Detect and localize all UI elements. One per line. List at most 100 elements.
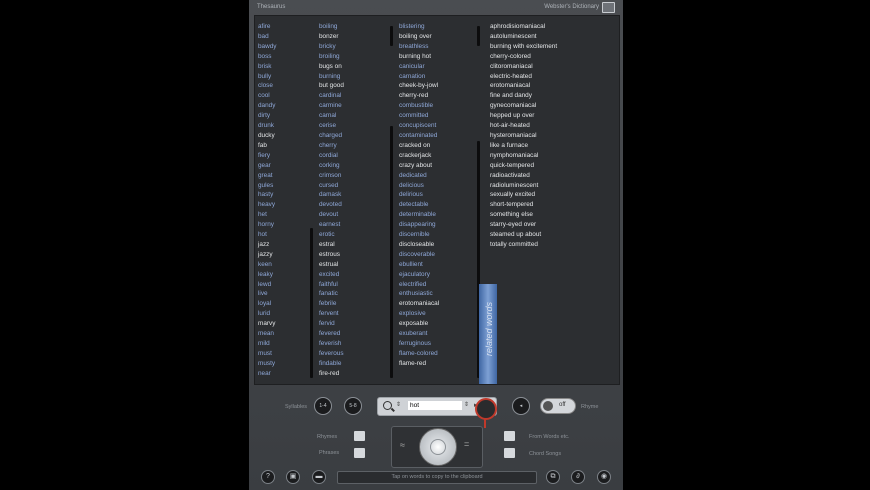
word-item[interactable]: discloseable <box>399 240 489 250</box>
word-item[interactable]: totally committed <box>490 240 615 250</box>
word-item[interactable]: burning <box>319 72 387 82</box>
word-item[interactable]: dedicated <box>399 171 489 181</box>
word-item[interactable]: cheek-by-jowl <box>399 81 489 91</box>
word-item[interactable]: near <box>258 369 314 379</box>
word-item[interactable]: fine and dandy <box>490 91 615 101</box>
word-item[interactable]: devoted <box>319 200 387 210</box>
word-item[interactable]: exposable <box>399 319 489 329</box>
word-item[interactable]: delirious <box>399 190 489 200</box>
word-item[interactable]: quick-tempered <box>490 161 615 171</box>
word-item[interactable]: burning hot <box>399 52 489 62</box>
word-item[interactable]: gules <box>258 181 314 191</box>
word-item[interactable]: excited <box>319 270 387 280</box>
word-item[interactable]: fevered <box>319 329 387 339</box>
copy-icon[interactable]: ⧉ <box>546 470 560 484</box>
word-item[interactable]: boiling over <box>399 32 489 42</box>
word-item[interactable]: radioluminescent <box>490 181 615 191</box>
word-item[interactable]: must <box>258 349 314 359</box>
word-item[interactable]: het <box>258 210 314 220</box>
word-item[interactable]: musty <box>258 359 314 369</box>
word-item[interactable]: something else <box>490 210 615 220</box>
word-item[interactable]: erotic <box>319 230 387 240</box>
music-icon[interactable] <box>504 448 515 458</box>
word-item[interactable]: hysteromaniacal <box>490 131 615 141</box>
record-button[interactable] <box>475 398 497 428</box>
word-item[interactable]: bawdy <box>258 42 314 52</box>
word-item[interactable]: marvy <box>258 319 314 329</box>
word-item[interactable]: cordial <box>319 151 387 161</box>
word-item[interactable]: sexually excited <box>490 190 615 200</box>
scrollbar-column-2-top[interactable] <box>390 26 393 46</box>
link-icon[interactable]: ∂ <box>571 470 585 484</box>
bars-icon[interactable] <box>354 431 365 441</box>
scrollbar-column-1[interactable] <box>310 228 313 378</box>
word-item[interactable]: short-tempered <box>490 200 615 210</box>
word-item[interactable]: cherry-red <box>399 91 489 101</box>
word-item[interactable]: fab <box>258 141 314 151</box>
word-item[interactable]: fervent <box>319 309 387 319</box>
word-item[interactable]: gear <box>258 161 314 171</box>
word-item[interactable]: dirty <box>258 111 314 121</box>
word-item[interactable]: steamed up about <box>490 230 615 240</box>
word-item[interactable]: erotomaniacal <box>399 299 489 309</box>
word-item[interactable]: hot-air-heated <box>490 121 615 131</box>
word-item[interactable]: contaminated <box>399 131 489 141</box>
book-icon[interactable] <box>602 2 615 13</box>
word-item[interactable]: febrile <box>319 299 387 309</box>
word-item[interactable]: cracked on <box>399 141 489 151</box>
word-item[interactable]: autoluminescent <box>490 32 615 42</box>
word-item[interactable]: erotomaniacal <box>490 81 615 91</box>
word-item[interactable]: like a furnace <box>490 141 615 151</box>
word-item[interactable]: jazzy <box>258 250 314 260</box>
word-item[interactable]: estrual <box>319 260 387 270</box>
word-item[interactable]: nymphomaniacal <box>490 151 615 161</box>
word-item[interactable]: clitoromaniacal <box>490 62 615 72</box>
word-item[interactable]: burning with excitement <box>490 42 615 52</box>
syllable-button-1[interactable]: 1-4 <box>314 397 332 415</box>
word-item[interactable]: bad <box>258 32 314 42</box>
word-item[interactable]: fanatic <box>319 289 387 299</box>
word-item[interactable]: damask <box>319 190 387 200</box>
word-item[interactable]: brisk <box>258 62 314 72</box>
word-item[interactable]: heavy <box>258 200 314 210</box>
word-item[interactable]: canicular <box>399 62 489 72</box>
word-item[interactable]: but good <box>319 81 387 91</box>
word-item[interactable]: afire <box>258 22 314 32</box>
word-item[interactable]: electrified <box>399 280 489 290</box>
word-item[interactable]: dandy <box>258 101 314 111</box>
word-item[interactable]: electric-heated <box>490 72 615 82</box>
word-item[interactable]: hepped up over <box>490 111 615 121</box>
word-item[interactable]: disappearing <box>399 220 489 230</box>
word-item[interactable]: hasty <box>258 190 314 200</box>
word-item[interactable]: starry-eyed over <box>490 220 615 230</box>
word-item[interactable]: blistering <box>399 22 489 32</box>
word-item[interactable]: hot <box>258 230 314 240</box>
word-item[interactable]: determinable <box>399 210 489 220</box>
word-item[interactable]: cerise <box>319 121 387 131</box>
word-item[interactable]: ebullient <box>399 260 489 270</box>
lock-icon[interactable]: ▣ <box>286 470 300 484</box>
word-item[interactable]: cherry <box>319 141 387 151</box>
word-item[interactable]: discernible <box>399 230 489 240</box>
word-item[interactable]: cool <box>258 91 314 101</box>
word-item[interactable]: ducky <box>258 131 314 141</box>
word-item[interactable]: devout <box>319 210 387 220</box>
word-item[interactable]: committed <box>399 111 489 121</box>
updown-right-icon[interactable]: ⇕ <box>464 401 469 408</box>
word-item[interactable]: bricky <box>319 42 387 52</box>
word-item[interactable]: keen <box>258 260 314 270</box>
word-item[interactable]: discoverable <box>399 250 489 260</box>
word-item[interactable]: estrous <box>319 250 387 260</box>
word-item[interactable]: ejaculatory <box>399 270 489 280</box>
eye-icon[interactable]: ◉ <box>597 470 611 484</box>
word-item[interactable]: charged <box>319 131 387 141</box>
word-item[interactable]: ferruginous <box>399 339 489 349</box>
word-item[interactable]: drunk <box>258 121 314 131</box>
rhyme-toggle[interactable]: off <box>540 398 576 414</box>
word-item[interactable]: exuberant <box>399 329 489 339</box>
word-item[interactable]: estral <box>319 240 387 250</box>
search-icon[interactable] <box>383 401 392 410</box>
word-item[interactable]: radioactivated <box>490 171 615 181</box>
search-input[interactable] <box>408 401 462 410</box>
scroll-dial[interactable]: ≈ = <box>391 426 483 468</box>
